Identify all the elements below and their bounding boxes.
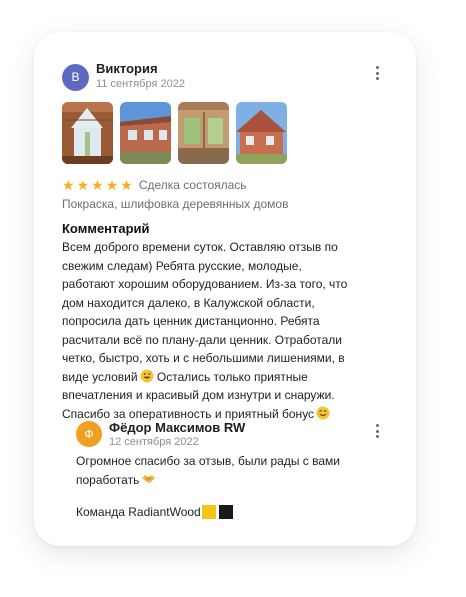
comment-line: дом находится далеко, в Калужской област… [62, 295, 315, 310]
comment-line: расчитали всё по плану-дали ценник. Отра… [62, 332, 342, 347]
comment-heading: Комментарий [62, 221, 150, 236]
star-icon: ★ [91, 177, 104, 193]
comment-line: работают хорошим оборудованием. Из-за то… [62, 277, 348, 291]
rating-row: ★ ★ ★ ★ ★ Сделка состоялась [62, 177, 247, 193]
reply-line-part: поработать [76, 472, 140, 487]
deal-status: Сделка состоялась [138, 178, 247, 192]
comment-line: четко, быстро, хоть и с небольшими лишен… [62, 351, 345, 365]
comment-line: виде условий Остались только приятные [62, 368, 382, 387]
reply-kebab-menu-icon[interactable] [374, 424, 380, 438]
comment-line: свежим следам) Ребята русские, молодые, [62, 258, 302, 273]
smiling-emoji [316, 406, 330, 419]
reply-author-name[interactable]: Фёдор Максимов RW [109, 420, 245, 435]
handshake-emoji [142, 474, 156, 483]
review-header: В Виктория 11 сентября 2022 [62, 61, 392, 93]
comment-line: попросила дать ценник дистанционно. Ребя… [62, 314, 320, 328]
review-photo-3[interactable] [178, 102, 229, 164]
star-icon: ★ [76, 177, 90, 193]
author-name[interactable]: Виктория [96, 61, 158, 76]
reply-line: поработать [76, 471, 376, 490]
comment-line-part: виде условий [62, 369, 138, 384]
photo-gallery [62, 102, 287, 164]
reply-avatar[interactable]: Ф [76, 421, 102, 447]
review-card: В Виктория 11 сентября 2022 ★ ★ ★ ★ ★ Сд… [34, 32, 416, 546]
reply-text: Огромное спасибо за отзыв, были рады с в… [76, 452, 376, 489]
avatar[interactable]: В [62, 64, 89, 91]
service-name[interactable]: Покраска, шлифовка деревянных домов [62, 197, 288, 211]
comment-line-part: Спасибо за оперативность и приятный бону… [62, 406, 315, 421]
comment-line: Всем доброго времени суток. Оставляю отз… [62, 240, 338, 254]
star-icon: ★ [120, 177, 133, 193]
star-rating: ★ ★ ★ ★ ★ [62, 177, 133, 193]
yellow-square-emoji [201, 505, 216, 519]
comment-line-part: Остались только приятные [153, 369, 308, 384]
reply-line: Огромное спасибо за отзыв, были рады с в… [76, 454, 341, 468]
star-icon: ★ [105, 177, 119, 193]
kebab-menu-icon[interactable] [374, 66, 380, 80]
review-photo-2[interactable] [120, 102, 171, 164]
reply-signature: Команда RadiantWood [76, 505, 233, 519]
comment-line: впечатления и красивый дом изнутри и сна… [62, 388, 335, 402]
reply-date: 12 сентября 2022 [109, 436, 199, 448]
review-date: 11 сентября 2022 [96, 78, 185, 90]
comment-text: Всем доброго времени суток. Оставляю отз… [62, 238, 382, 423]
signature-text: Команда RadiantWood [76, 505, 201, 519]
review-photo-1[interactable] [62, 102, 113, 164]
review-photo-4[interactable] [236, 102, 287, 164]
grinning-sweat-emoji [140, 369, 154, 382]
star-icon: ★ [62, 177, 75, 193]
black-square-emoji [218, 505, 233, 519]
